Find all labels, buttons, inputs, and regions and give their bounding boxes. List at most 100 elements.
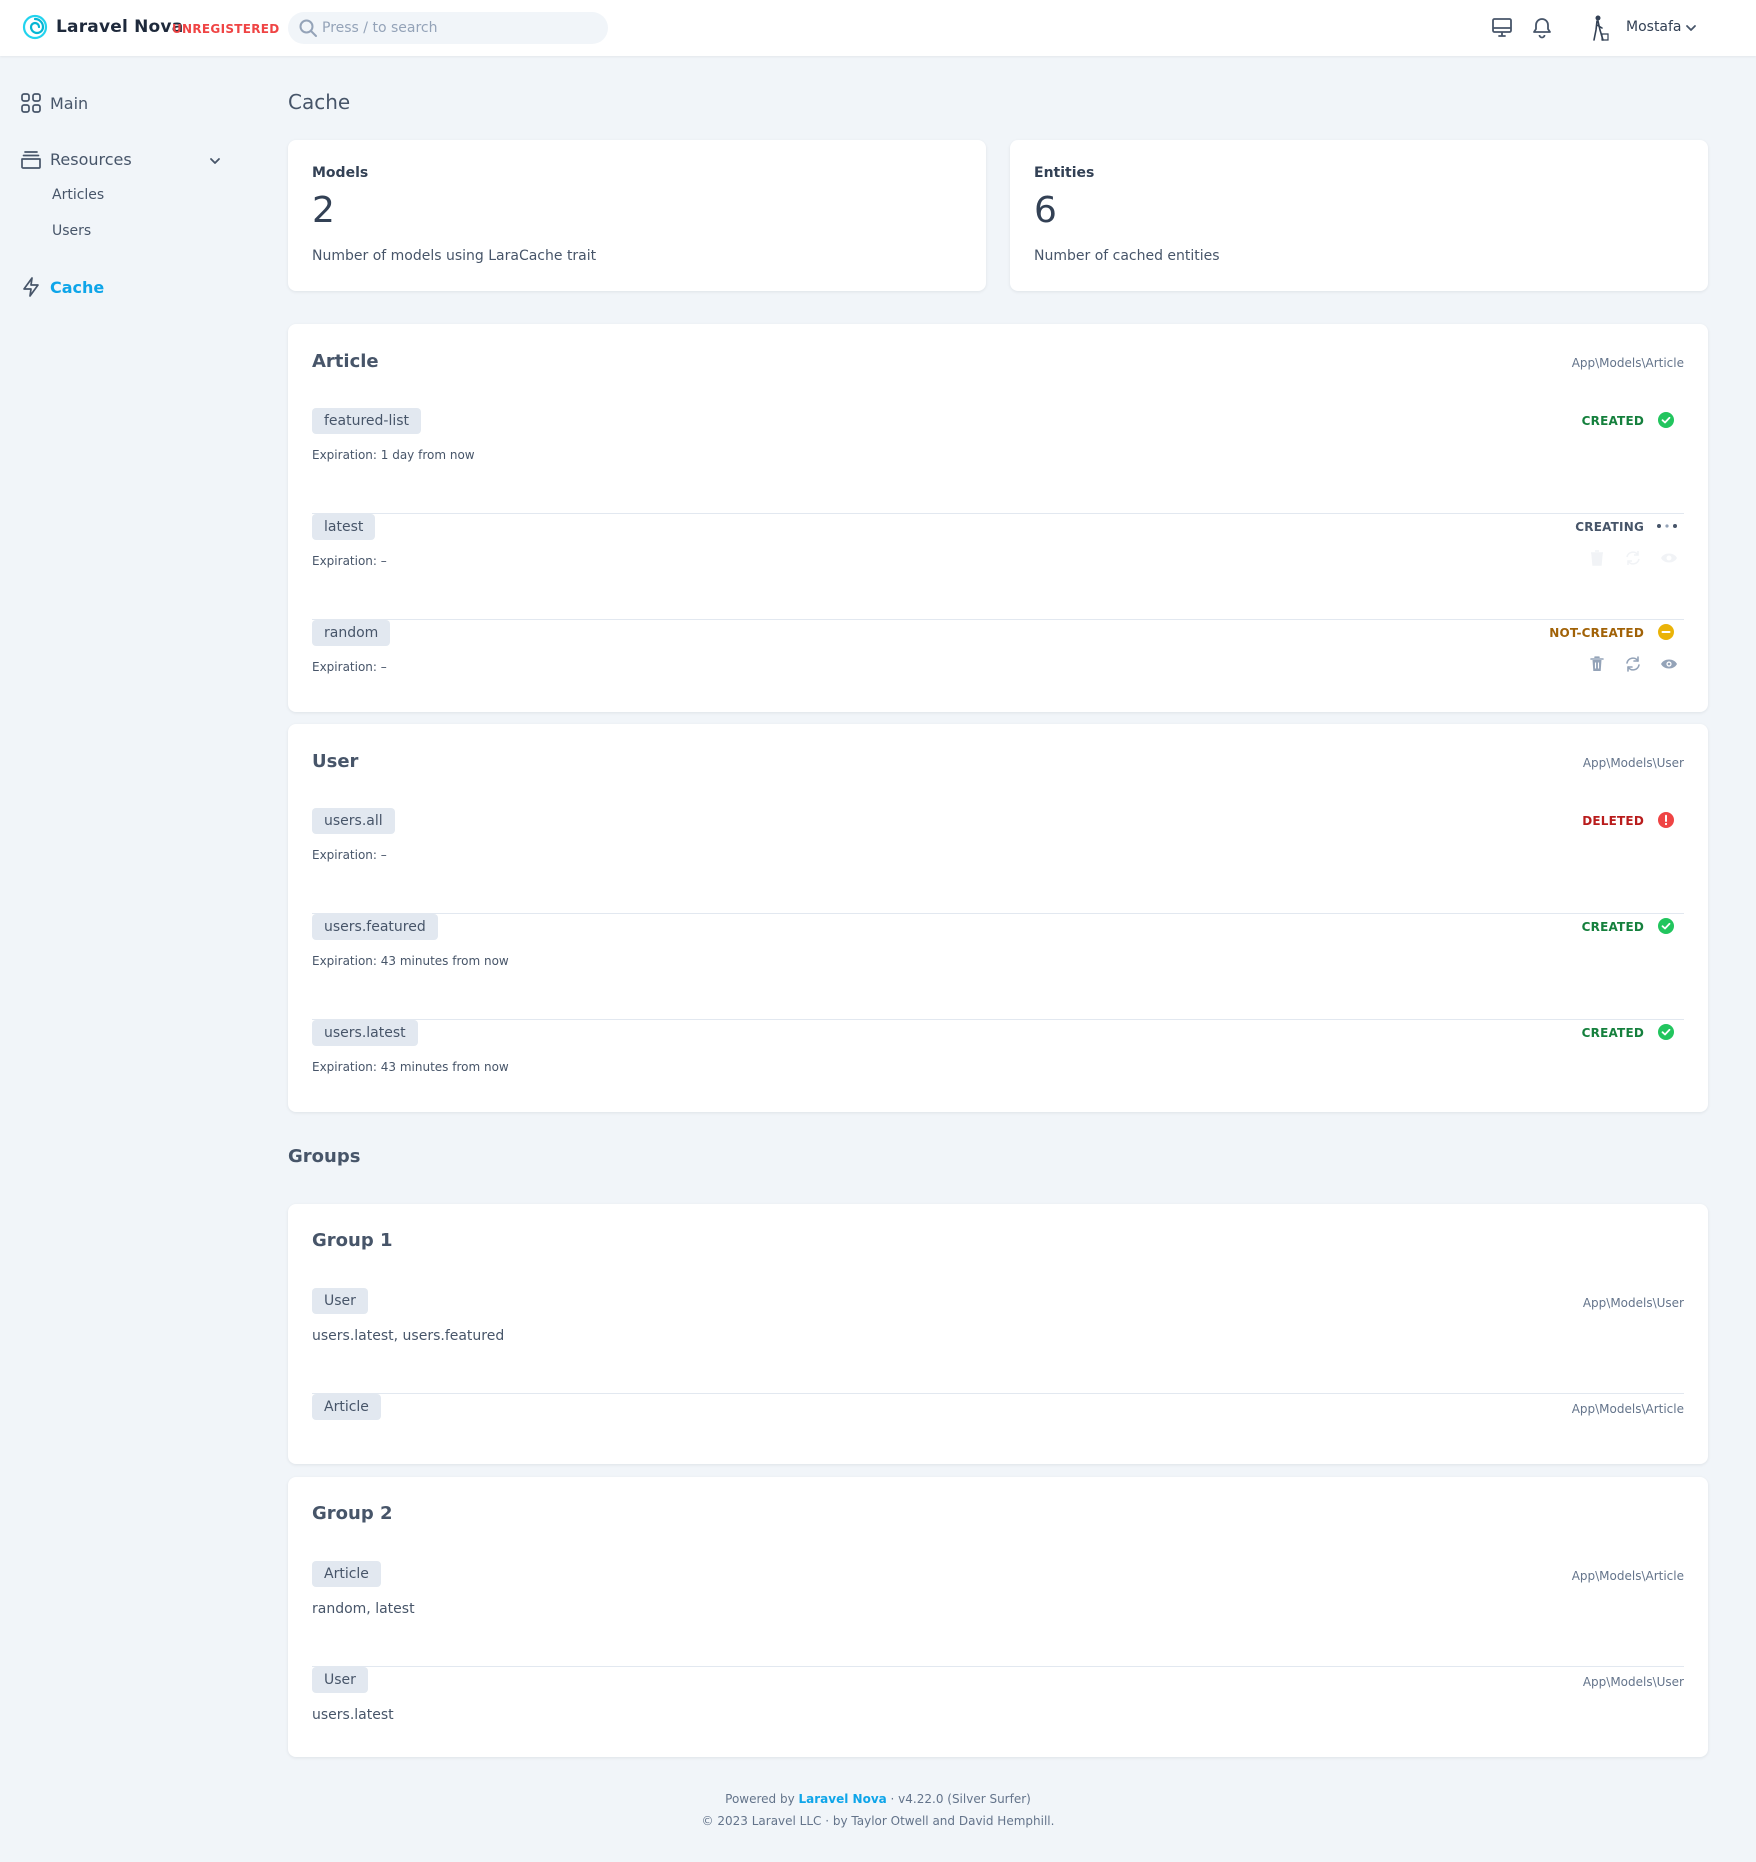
metric-card-entities: Entities 6 Number of cached entities <box>1010 140 1708 291</box>
metric-description: Number of models using LaraCache trait <box>312 248 597 264</box>
metric-value: 6 <box>1034 190 1057 231</box>
model-path: App\Models\Article <box>1571 1402 1684 1416</box>
exclamation-circle-icon <box>1658 812 1674 828</box>
license-badge: UNREGISTERED <box>172 22 280 36</box>
footer-powered: Powered by Laravel Nova · v4.22.0 (Silve… <box>0 1792 1756 1806</box>
sidebar-item-articles[interactable]: Articles <box>52 187 104 203</box>
sidebar-item-resources[interactable]: Resources <box>20 148 132 170</box>
footer-prefix: Powered by <box>725 1792 799 1806</box>
group-item-row: User App\Models\User users.latest, users… <box>312 1288 1684 1394</box>
model-title: User <box>312 751 359 772</box>
bell-icon[interactable] <box>1530 16 1554 40</box>
cache-entry-row: users.featured Expiration: 43 minutes fr… <box>312 914 1684 1020</box>
chevron-down-icon[interactable] <box>1684 21 1698 35</box>
check-circle-icon <box>1658 1024 1674 1040</box>
model-tag: User <box>312 1667 368 1693</box>
grid-icon <box>21 93 41 113</box>
cache-keys: users.latest <box>312 1707 394 1723</box>
entry-actions <box>1588 549 1678 567</box>
model-tag: User <box>312 1288 368 1314</box>
metric-card-models: Models 2 Number of models using LaraCach… <box>288 140 986 291</box>
sidebar-item-cache[interactable]: Cache <box>20 276 104 298</box>
trash-icon[interactable] <box>1588 549 1606 567</box>
eye-icon[interactable] <box>1660 655 1678 673</box>
user-avatar[interactable] <box>1588 14 1610 42</box>
model-card-user: User App\Models\User users.all Expiratio… <box>288 724 1708 1112</box>
check-circle-icon <box>1658 918 1674 934</box>
expiration-text: Expiration: – <box>312 660 387 674</box>
entry-actions <box>1588 655 1678 673</box>
cache-entry-row: featured-list Expiration: 1 day from now… <box>312 408 1684 514</box>
cache-key-tag: users.latest <box>312 1020 418 1046</box>
model-title: Article <box>312 351 379 372</box>
model-path: App\Models\Article <box>1571 1569 1684 1583</box>
group-card: Group 1 User App\Models\User users.lates… <box>288 1204 1708 1464</box>
cache-key-tag: latest <box>312 514 376 540</box>
group-card: Group 2 Article App\Models\Article rando… <box>288 1477 1708 1757</box>
lightning-icon <box>23 277 39 297</box>
check-circle-icon <box>1658 412 1674 428</box>
group-item-row: User App\Models\User users.latest <box>312 1667 1684 1773</box>
model-path: App\Models\User <box>1582 1675 1684 1689</box>
minus-circle-icon <box>1658 624 1674 640</box>
expiration-text: Expiration: – <box>312 554 387 568</box>
group-title: Group 1 <box>312 1230 393 1251</box>
model-card-article: Article App\Models\Article featured-list… <box>288 324 1708 712</box>
model-path: App\Models\Article <box>1571 356 1684 370</box>
monitor-icon[interactable] <box>1490 16 1514 40</box>
metric-label: Entities <box>1034 165 1095 181</box>
metric-label: Models <box>312 165 369 181</box>
chevron-down-icon[interactable] <box>208 154 222 168</box>
cache-entry-row: users.latest Expiration: 43 minutes from… <box>312 1020 1684 1126</box>
expiration-text: Expiration: 43 minutes from now <box>312 1060 509 1074</box>
group-title: Group 2 <box>312 1503 393 1524</box>
model-path: App\Models\User <box>1582 1296 1684 1310</box>
trash-icon[interactable] <box>1588 655 1606 673</box>
group-item-row: Article App\Models\Article random, lates… <box>312 1561 1684 1667</box>
cache-keys: random, latest <box>312 1601 415 1617</box>
cache-key-tag: users.featured <box>312 914 438 940</box>
expiration-text: Expiration: – <box>312 848 387 862</box>
sidebar-item-main[interactable]: Main <box>20 92 88 114</box>
status-badge: DELETED <box>1582 814 1644 828</box>
metric-value: 2 <box>312 190 335 231</box>
sidebar-item-label: Cache <box>50 277 105 297</box>
top-header: Laravel Nova UNREGISTERED Mostafa <box>0 0 1756 56</box>
cache-entry-row: latest Expiration: – CREATING <box>312 514 1684 620</box>
model-tag: Article <box>312 1561 381 1587</box>
user-name[interactable]: Mostafa <box>1626 19 1682 35</box>
eye-icon[interactable] <box>1660 549 1678 567</box>
footer-nova-link[interactable]: Laravel Nova <box>799 1792 887 1806</box>
cache-key-tag: random <box>312 620 391 646</box>
status-badge: NOT-CREATED <box>1549 626 1644 640</box>
refresh-icon[interactable] <box>1624 655 1642 673</box>
cache-key-tag: featured-list <box>312 408 422 434</box>
footer-version: · v4.22.0 (Silver Surfer) <box>886 1792 1031 1806</box>
refresh-icon[interactable] <box>1624 549 1642 567</box>
search-input[interactable] <box>322 12 602 44</box>
status-badge: CREATING <box>1575 520 1644 534</box>
cache-key-tag: users.all <box>312 808 395 834</box>
model-tag: Article <box>312 1394 381 1420</box>
page-title: Cache <box>288 90 351 114</box>
sidebar-item-users[interactable]: Users <box>52 223 91 239</box>
model-path: App\Models\User <box>1582 756 1684 770</box>
expiration-text: Expiration: 1 day from now <box>312 448 475 462</box>
sidebar-item-label: Main <box>50 93 89 113</box>
sidebar-item-label: Resources <box>50 149 132 169</box>
archive-icon <box>21 151 41 169</box>
nova-logo-icon <box>22 14 48 40</box>
status-badge: CREATED <box>1581 1026 1644 1040</box>
status-badge: CREATED <box>1581 920 1644 934</box>
cache-entry-row: users.all Expiration: – DELETED <box>312 808 1684 914</box>
status-badge: CREATED <box>1581 414 1644 428</box>
search-icon <box>299 19 317 37</box>
cache-entry-row: random Expiration: – NOT-CREATED <box>312 620 1684 726</box>
metric-description: Number of cached entities <box>1034 248 1220 264</box>
groups-heading: Groups <box>288 1146 361 1167</box>
expiration-text: Expiration: 43 minutes from now <box>312 954 509 968</box>
brand-name: Laravel Nova <box>56 17 184 37</box>
loading-dots-icon <box>1657 524 1677 528</box>
brand-logo[interactable]: Laravel Nova <box>22 14 183 40</box>
cache-keys: users.latest, users.featured <box>312 1328 505 1344</box>
